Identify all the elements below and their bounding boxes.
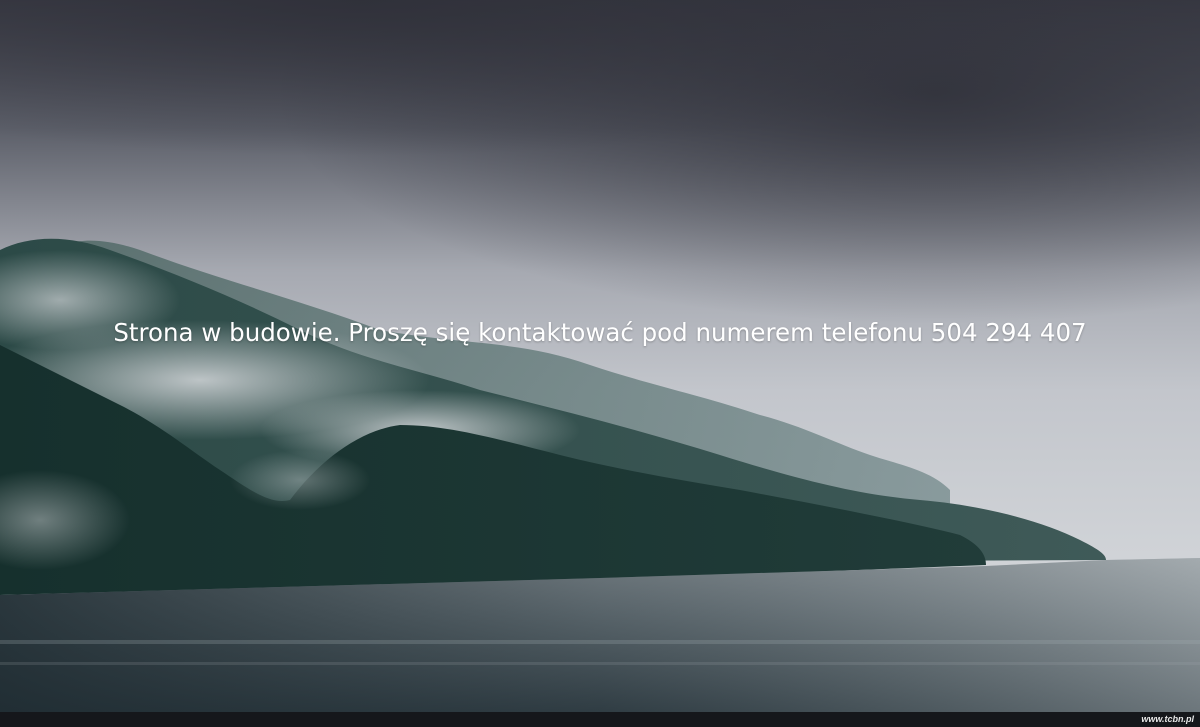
footer-bar: www.tcbn.pl (0, 712, 1200, 727)
page: Strona w budowie. Proszę się kontaktować… (0, 0, 1200, 727)
footer-site-link[interactable]: www.tcbn.pl (1141, 713, 1194, 726)
under-construction-message: Strona w budowie. Proszę się kontaktować… (113, 318, 1087, 347)
background-photo (0, 0, 1200, 712)
